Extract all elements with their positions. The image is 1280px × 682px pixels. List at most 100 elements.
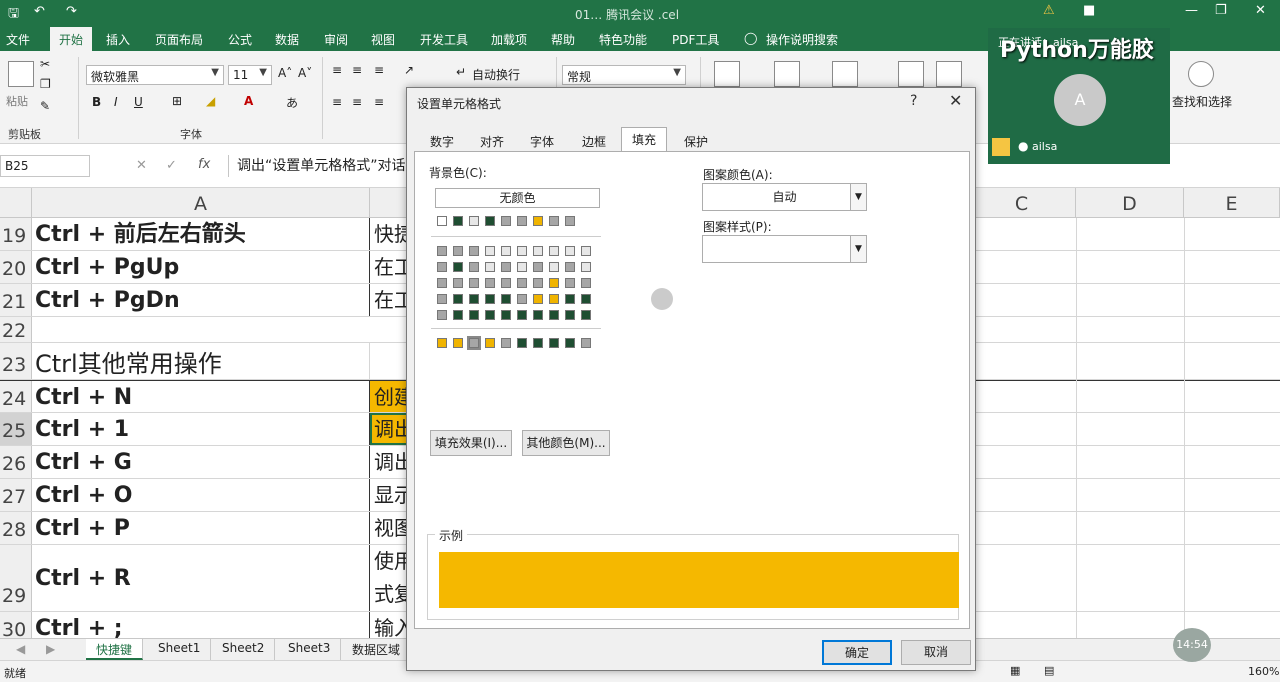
- color-swatch[interactable]: [469, 246, 479, 256]
- wrap-text-label[interactable]: 自动换行: [472, 66, 520, 83]
- color-swatch[interactable]: [469, 278, 479, 288]
- color-swatch[interactable]: [533, 294, 543, 304]
- color-swatch[interactable]: [533, 278, 543, 288]
- lightbulb-icon[interactable]: ◯: [744, 31, 757, 45]
- color-swatch[interactable]: [453, 216, 463, 226]
- tab-border[interactable]: 边框: [571, 129, 617, 151]
- cell-b[interactable]: 在工: [370, 284, 410, 316]
- next-sheet-icon[interactable]: ▶: [46, 642, 55, 656]
- color-swatch[interactable]: [581, 294, 591, 304]
- color-swatch[interactable]: [485, 216, 495, 226]
- phonetic-icon[interactable]: あ: [286, 94, 298, 111]
- fill-color-icon[interactable]: ◢: [206, 94, 215, 108]
- save-icon[interactable]: 🖫: [8, 4, 19, 26]
- color-swatch[interactable]: [453, 294, 463, 304]
- color-swatch[interactable]: [485, 338, 495, 348]
- cell-a[interactable]: Ctrl + G: [32, 446, 370, 478]
- cell-b[interactable]: 快捷: [370, 218, 410, 250]
- tab-formulas[interactable]: 公式: [228, 31, 252, 48]
- sheet-tab-sheet1[interactable]: Sheet1: [148, 639, 212, 660]
- row-number[interactable]: 28: [0, 512, 32, 544]
- color-swatch[interactable]: [453, 338, 463, 348]
- color-swatch[interactable]: [533, 246, 543, 256]
- row-number[interactable]: 27: [0, 479, 32, 511]
- color-swatch[interactable]: [533, 338, 543, 348]
- color-swatch[interactable]: [565, 216, 575, 226]
- cell-a[interactable]: Ctrl + 1: [32, 413, 370, 445]
- color-swatch[interactable]: [485, 278, 495, 288]
- cell-a[interactable]: Ctrl + ;: [32, 612, 370, 638]
- redo-icon[interactable]: ↷: [66, 4, 77, 19]
- wrap-text-icon[interactable]: ↵: [456, 65, 466, 79]
- underline-button[interactable]: U: [134, 95, 143, 109]
- color-swatch[interactable]: [581, 246, 591, 256]
- color-swatch[interactable]: [517, 278, 527, 288]
- color-swatch[interactable]: [565, 294, 575, 304]
- font-size-combo[interactable]: 11 ▼: [228, 65, 272, 85]
- minimize-icon[interactable]: —: [1185, 3, 1198, 18]
- tab-help[interactable]: 帮助: [551, 31, 575, 48]
- cut-icon[interactable]: ✂: [40, 57, 50, 71]
- row-number[interactable]: 24: [0, 381, 32, 412]
- formula-input[interactable]: 调出“设置单元格格式”对话: [228, 155, 408, 177]
- ok-button[interactable]: 确定: [822, 640, 892, 665]
- tab-protection[interactable]: 保护: [673, 129, 719, 151]
- color-swatch[interactable]: [501, 310, 511, 320]
- cell-b[interactable]: 在工: [370, 251, 410, 283]
- orientation-icon[interactable]: ↗: [404, 63, 414, 77]
- tab-fill[interactable]: 填充: [621, 127, 668, 152]
- color-swatch[interactable]: [453, 278, 463, 288]
- tab-developer[interactable]: 开发工具: [420, 31, 468, 48]
- cancel-button[interactable]: 取消: [901, 640, 971, 665]
- color-swatch[interactable]: [549, 278, 559, 288]
- color-swatch[interactable]: [501, 246, 511, 256]
- cell-a[interactable]: Ctrl + PgDn: [32, 284, 370, 316]
- color-swatch[interactable]: [485, 262, 495, 272]
- shrink-font-icon[interactable]: A˅: [298, 66, 312, 80]
- cell-a[interactable]: Ctrl + PgUp: [32, 251, 370, 283]
- cell-b[interactable]: 调出: [370, 446, 410, 478]
- color-swatch[interactable]: [517, 246, 527, 256]
- color-swatch[interactable]: [517, 338, 527, 348]
- tab-number[interactable]: 数字: [419, 129, 465, 151]
- font-name-combo[interactable]: 微软雅黑 ▼: [86, 65, 224, 85]
- page-layout-icon[interactable]: ▤: [1044, 664, 1054, 677]
- format-as-table-icon[interactable]: [774, 61, 800, 87]
- align-right-icon[interactable]: ≡: [374, 95, 384, 109]
- color-swatch[interactable]: [533, 262, 543, 272]
- color-swatch[interactable]: [517, 310, 527, 320]
- insert-function-icon[interactable]: fx: [198, 157, 210, 172]
- copy-icon[interactable]: ❐: [40, 77, 51, 91]
- color-swatch[interactable]: [485, 310, 495, 320]
- color-swatch[interactable]: [549, 338, 559, 348]
- cell-b[interactable]: 显示: [370, 479, 410, 511]
- font-color-icon[interactable]: A: [244, 94, 253, 108]
- color-swatch[interactable]: [517, 216, 527, 226]
- search-icon[interactable]: [1188, 61, 1214, 87]
- help-icon[interactable]: ?: [910, 93, 917, 109]
- row-number[interactable]: 30: [0, 612, 32, 638]
- tab-tell-me[interactable]: 操作说明搜索: [766, 31, 838, 48]
- row-number[interactable]: 21: [0, 284, 32, 316]
- close-icon[interactable]: ✕: [949, 91, 962, 110]
- pattern-color-dropdown[interactable]: 自动 ▼: [702, 183, 867, 211]
- color-swatch[interactable]: [437, 294, 447, 304]
- align-left-icon[interactable]: ≡: [332, 95, 342, 109]
- confirm-entry-icon[interactable]: ✓: [166, 158, 177, 173]
- cell-a[interactable]: Ctrl + P: [32, 512, 370, 544]
- color-swatch[interactable]: [501, 278, 511, 288]
- find-select-label[interactable]: 查找和选择: [1172, 93, 1232, 110]
- cell-b[interactable]: 输入: [370, 612, 410, 638]
- color-swatch[interactable]: [581, 338, 591, 348]
- color-swatch[interactable]: [517, 262, 527, 272]
- border-icon[interactable]: ⊞: [172, 94, 182, 108]
- cell-b[interactable]: 使用 式复: [370, 545, 410, 611]
- color-swatch[interactable]: [581, 262, 591, 272]
- cell-a[interactable]: [32, 317, 370, 342]
- tab-pdf-tools[interactable]: PDF工具: [672, 31, 719, 48]
- fill-effects-button[interactable]: 填充效果(I)...: [430, 430, 512, 456]
- sheet-tab-sheet3[interactable]: Sheet3: [278, 639, 342, 660]
- conditional-format-icon[interactable]: [714, 61, 740, 87]
- cancel-entry-icon[interactable]: ✕: [136, 158, 147, 173]
- number-format-combo[interactable]: 常规 ▼: [562, 65, 686, 85]
